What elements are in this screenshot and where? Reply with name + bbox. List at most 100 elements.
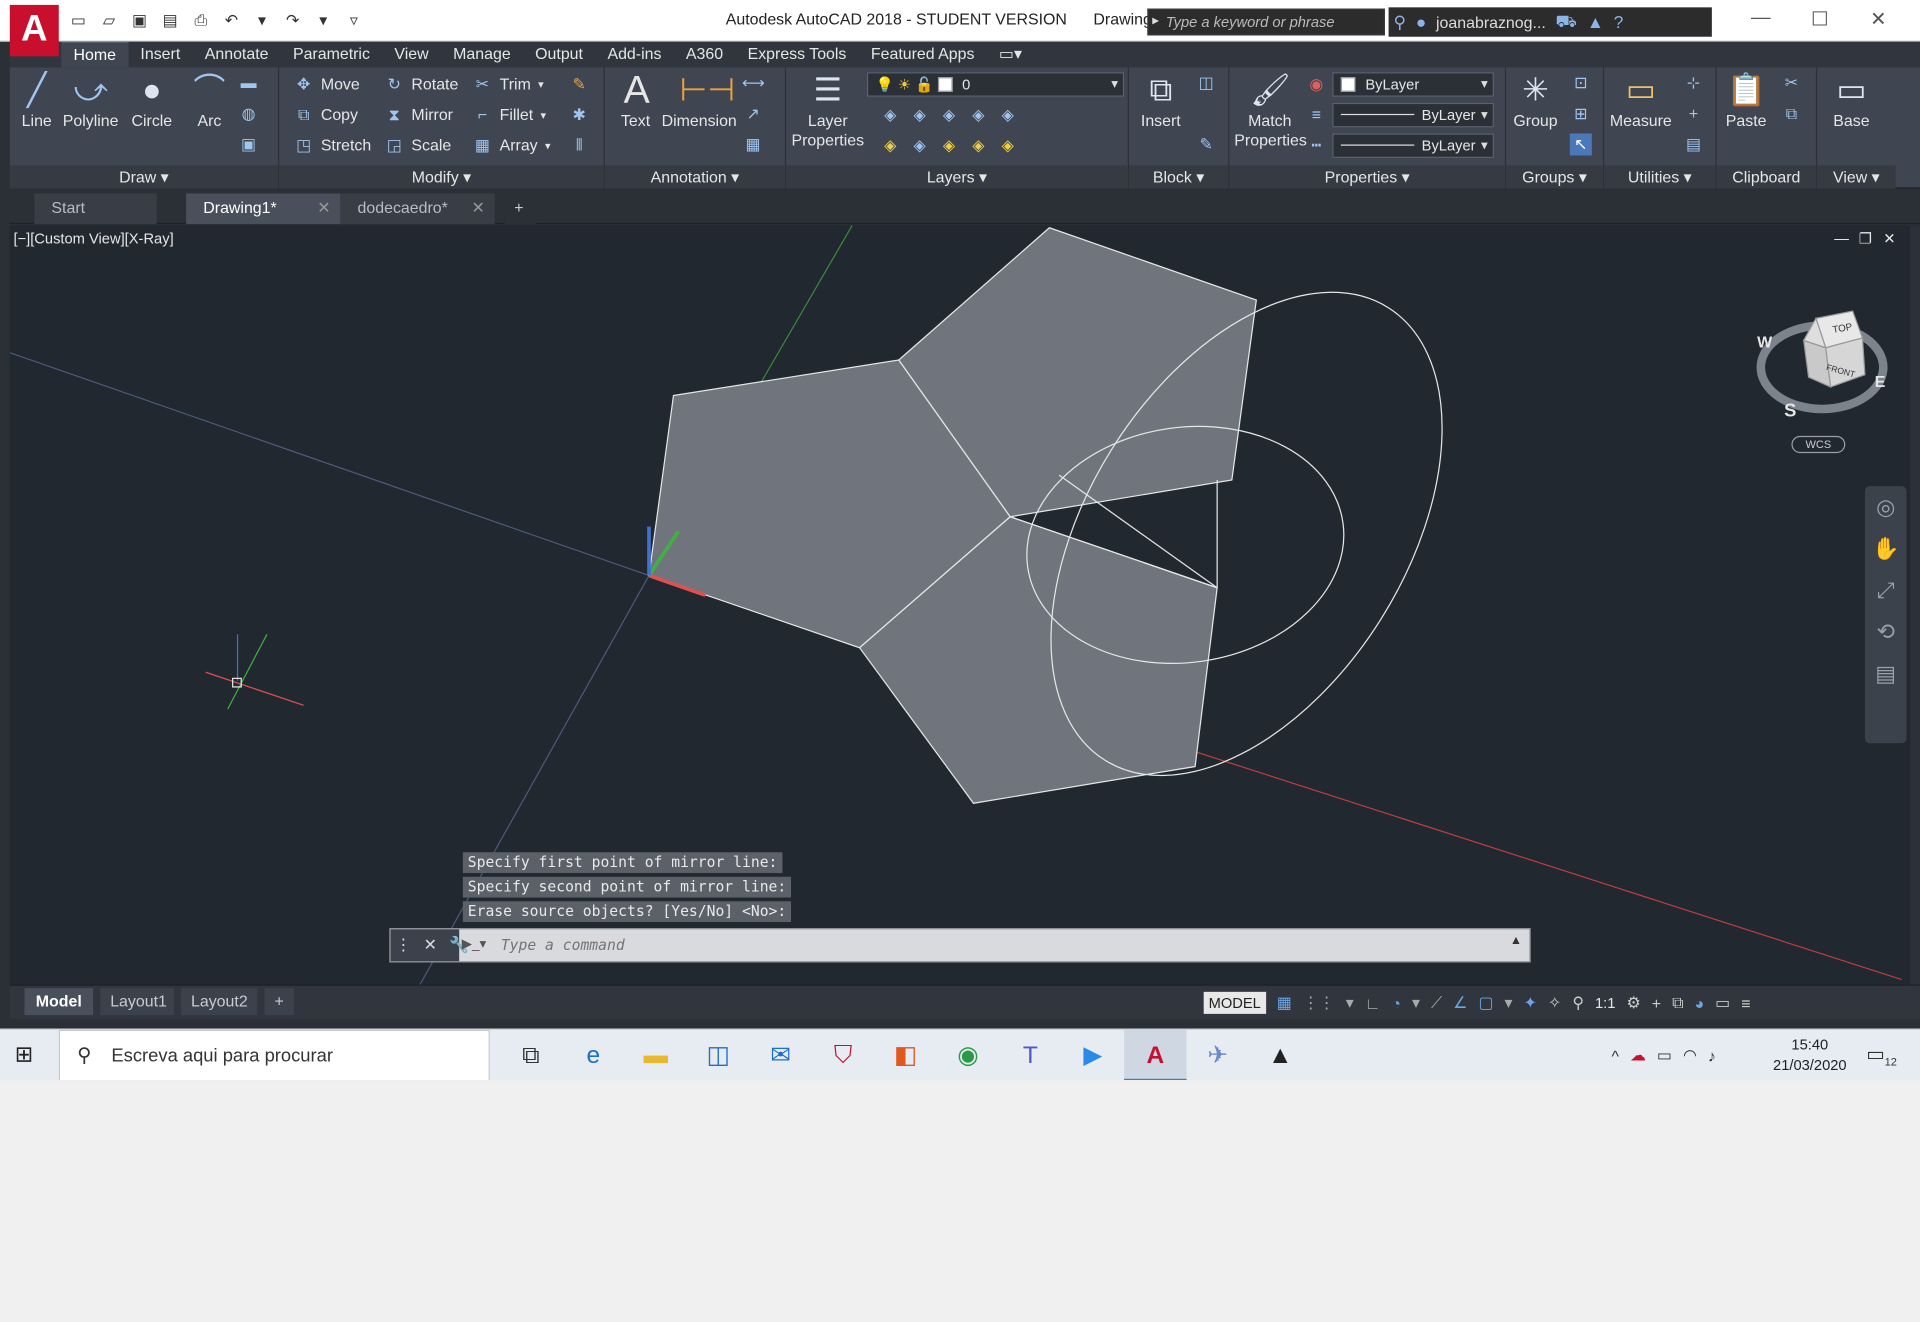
close-tab-icon[interactable]: ✕ <box>472 193 485 222</box>
viewcube[interactable]: TOP FRONT W E S <box>1755 299 1888 421</box>
undo-icon[interactable]: ↶ <box>220 10 242 32</box>
layer-dropdown[interactable]: 💡 ☀ 🔓 0 <box>866 72 1125 97</box>
table-icon[interactable]: ▦ <box>742 133 764 155</box>
app-icon[interactable]: ✈ <box>1187 1030 1249 1080</box>
new-icon[interactable]: ▭ <box>67 10 89 32</box>
array-button[interactable]: ▦ Array ▾ <box>473 132 551 159</box>
edge-icon[interactable]: e <box>562 1030 624 1080</box>
lineweight-dropdown[interactable]: ByLayer <box>1332 102 1494 128</box>
command-input[interactable] <box>500 933 1505 958</box>
tab-annotate[interactable]: Annotate <box>192 42 280 68</box>
taskbar-clock[interactable]: 15:40 21/03/2020 <box>1758 1035 1861 1077</box>
tab-featured-apps[interactable]: Featured Apps <box>859 42 987 68</box>
layer-tool-1-icon[interactable]: ◈ <box>879 104 901 126</box>
viewport-minimize-icon[interactable]: — <box>1834 230 1849 247</box>
insert-block-button[interactable]: ⧉ Insert <box>1136 70 1185 131</box>
groups-panel-label[interactable]: Groups ▾ <box>1506 165 1603 189</box>
trim-button[interactable]: ✂ Trim ▾ <box>473 71 544 98</box>
tab-parametric[interactable]: Parametric <box>281 42 382 68</box>
group-button[interactable]: ✳ Group <box>1511 70 1560 131</box>
edit-block-icon[interactable]: ✎ <box>1195 133 1217 155</box>
chrome-icon[interactable]: ◉ <box>937 1030 999 1080</box>
ortho-icon[interactable]: ∟ <box>1365 994 1381 1012</box>
store-icon[interactable]: ◫ <box>687 1030 749 1080</box>
open-icon[interactable]: ▱ <box>98 10 120 32</box>
cut-icon[interactable]: ✂ <box>1780 72 1802 94</box>
zoom-extents-icon[interactable]: ⤢ <box>1865 569 1907 611</box>
volume-icon[interactable]: ♪ <box>1708 1046 1716 1064</box>
rotate-button[interactable]: ↻ Rotate <box>384 71 459 98</box>
annotation-scale-value[interactable]: 1:1 <box>1595 994 1615 1011</box>
customization-menu-icon[interactable]: ≡ <box>1741 994 1750 1012</box>
cart-icon[interactable]: ⛟ <box>1556 10 1578 33</box>
orbit-icon[interactable]: ⟲ <box>1865 611 1907 653</box>
polar-icon[interactable]: ◔ <box>1391 994 1401 1012</box>
base-view-button[interactable]: ▭ Base <box>1829 70 1873 131</box>
doc-tab-dodecaedro[interactable]: dodecaedro* ✕ <box>340 193 495 225</box>
save-icon[interactable]: ▣ <box>129 10 151 32</box>
redo-dropdown-icon[interactable]: ▾ <box>312 10 334 32</box>
user-name[interactable]: joanabraznog... <box>1436 13 1546 31</box>
command-line-close-icon[interactable]: ✕ <box>424 929 437 961</box>
doc-tab-drawing1[interactable]: Drawing1* ✕ <box>186 193 341 225</box>
notifications-icon[interactable]: ▭12 <box>1866 1042 1897 1067</box>
modify-panel-label[interactable]: Modify ▾ <box>279 165 604 189</box>
quick-select-icon[interactable]: ⊹ <box>1682 72 1704 94</box>
layout-tab-layout2[interactable]: Layout2 <box>181 988 258 1016</box>
object-snap-dropdown-icon[interactable]: ▾ <box>1505 993 1513 1013</box>
mail-icon[interactable]: ✉ <box>749 1030 811 1080</box>
recent-commands-icon[interactable]: ▶_▾ <box>462 936 494 956</box>
calculator-icon[interactable]: ▤ <box>1682 133 1704 155</box>
hatch-icon[interactable]: ◍ <box>238 103 260 125</box>
move-button[interactable]: ✥ Move <box>294 71 360 98</box>
properties-panel-label[interactable]: Properties ▾ <box>1229 165 1505 189</box>
circle-button[interactable]: ● Circle <box>127 70 176 131</box>
tab-insert[interactable]: Insert <box>128 42 192 68</box>
layer-tool-7-icon[interactable]: ◈ <box>909 135 931 157</box>
a360-icon[interactable]: ▲ <box>1587 12 1604 32</box>
new-tab-button[interactable]: + <box>504 193 537 225</box>
draw-panel-label[interactable]: Draw ▾ <box>9 165 278 189</box>
measure-button[interactable]: ▭ Measure <box>1609 70 1673 131</box>
layers-panel-label[interactable]: Layers ▾ <box>786 165 1128 189</box>
layer-tool-8-icon[interactable]: ◈ <box>938 135 960 157</box>
help-search-input[interactable]: Type a keyword or phrase <box>1147 8 1385 36</box>
arc-button[interactable]: ⌒ Arc <box>189 70 231 131</box>
viewport-controls-label[interactable]: [−][Custom View][X-Ray] <box>13 230 173 247</box>
isodraft-icon[interactable]: ⟋ <box>1431 993 1442 1013</box>
auto-scale-icon[interactable]: ✧ <box>1548 993 1561 1013</box>
linear-dimension-icon[interactable]: ⟷ <box>742 72 765 94</box>
customize-qat-icon[interactable]: ▿ <box>343 10 365 32</box>
redo-icon[interactable]: ↷ <box>282 10 304 32</box>
doc-tab-start[interactable]: Start <box>34 193 157 225</box>
layer-properties-button[interactable]: ☰ Layer Properties <box>791 70 864 151</box>
zoom-icon[interactable]: ▶ <box>1062 1030 1124 1080</box>
group-edit-icon[interactable]: ⊞ <box>1570 103 1592 125</box>
layer-tool-6-icon[interactable]: ◈ <box>879 135 901 157</box>
photos-icon[interactable]: ▲ <box>1249 1030 1311 1080</box>
erase-icon[interactable]: ✎ <box>568 73 590 95</box>
help-icon[interactable]: ? <box>1614 12 1624 32</box>
create-block-icon[interactable]: ◫ <box>1195 72 1217 94</box>
battery-icon[interactable]: ▭ <box>1657 1046 1672 1066</box>
tab-add-ins[interactable]: Add-ins <box>595 42 673 68</box>
layer-tool-4-icon[interactable]: ◈ <box>967 104 989 126</box>
scale-button[interactable]: ◲ Scale <box>384 132 452 159</box>
layer-tool-5-icon[interactable]: ◈ <box>997 104 1019 126</box>
wifi-icon[interactable]: ◠ <box>1683 1046 1697 1066</box>
leader-icon[interactable]: ↗ <box>742 103 764 125</box>
mirror-button[interactable]: ⧗ Mirror <box>384 102 453 129</box>
add-layout-button[interactable]: + <box>264 988 294 1016</box>
boundary-icon[interactable]: ▣ <box>238 133 260 155</box>
viewport-scrollbar[interactable] <box>1910 225 1920 985</box>
viewport-close-icon[interactable]: ✕ <box>1883 230 1895 247</box>
workspace-gear-icon[interactable]: ⚙ <box>1626 993 1640 1013</box>
show-hidden-icons-icon[interactable]: ^ <box>1611 1046 1618 1064</box>
isolate-objects-icon[interactable]: ⧉ <box>1672 993 1683 1013</box>
layer-tool-3-icon[interactable]: ◈ <box>938 104 960 126</box>
save-as-icon[interactable]: ▤ <box>159 10 181 32</box>
clean-screen-icon[interactable]: ▭ <box>1715 993 1730 1013</box>
fillet-button[interactable]: ⌐ Fillet ▾ <box>473 102 546 129</box>
point-icon[interactable]: + <box>1682 103 1704 125</box>
annotation-panel-label[interactable]: Annotation ▾ <box>604 165 785 189</box>
